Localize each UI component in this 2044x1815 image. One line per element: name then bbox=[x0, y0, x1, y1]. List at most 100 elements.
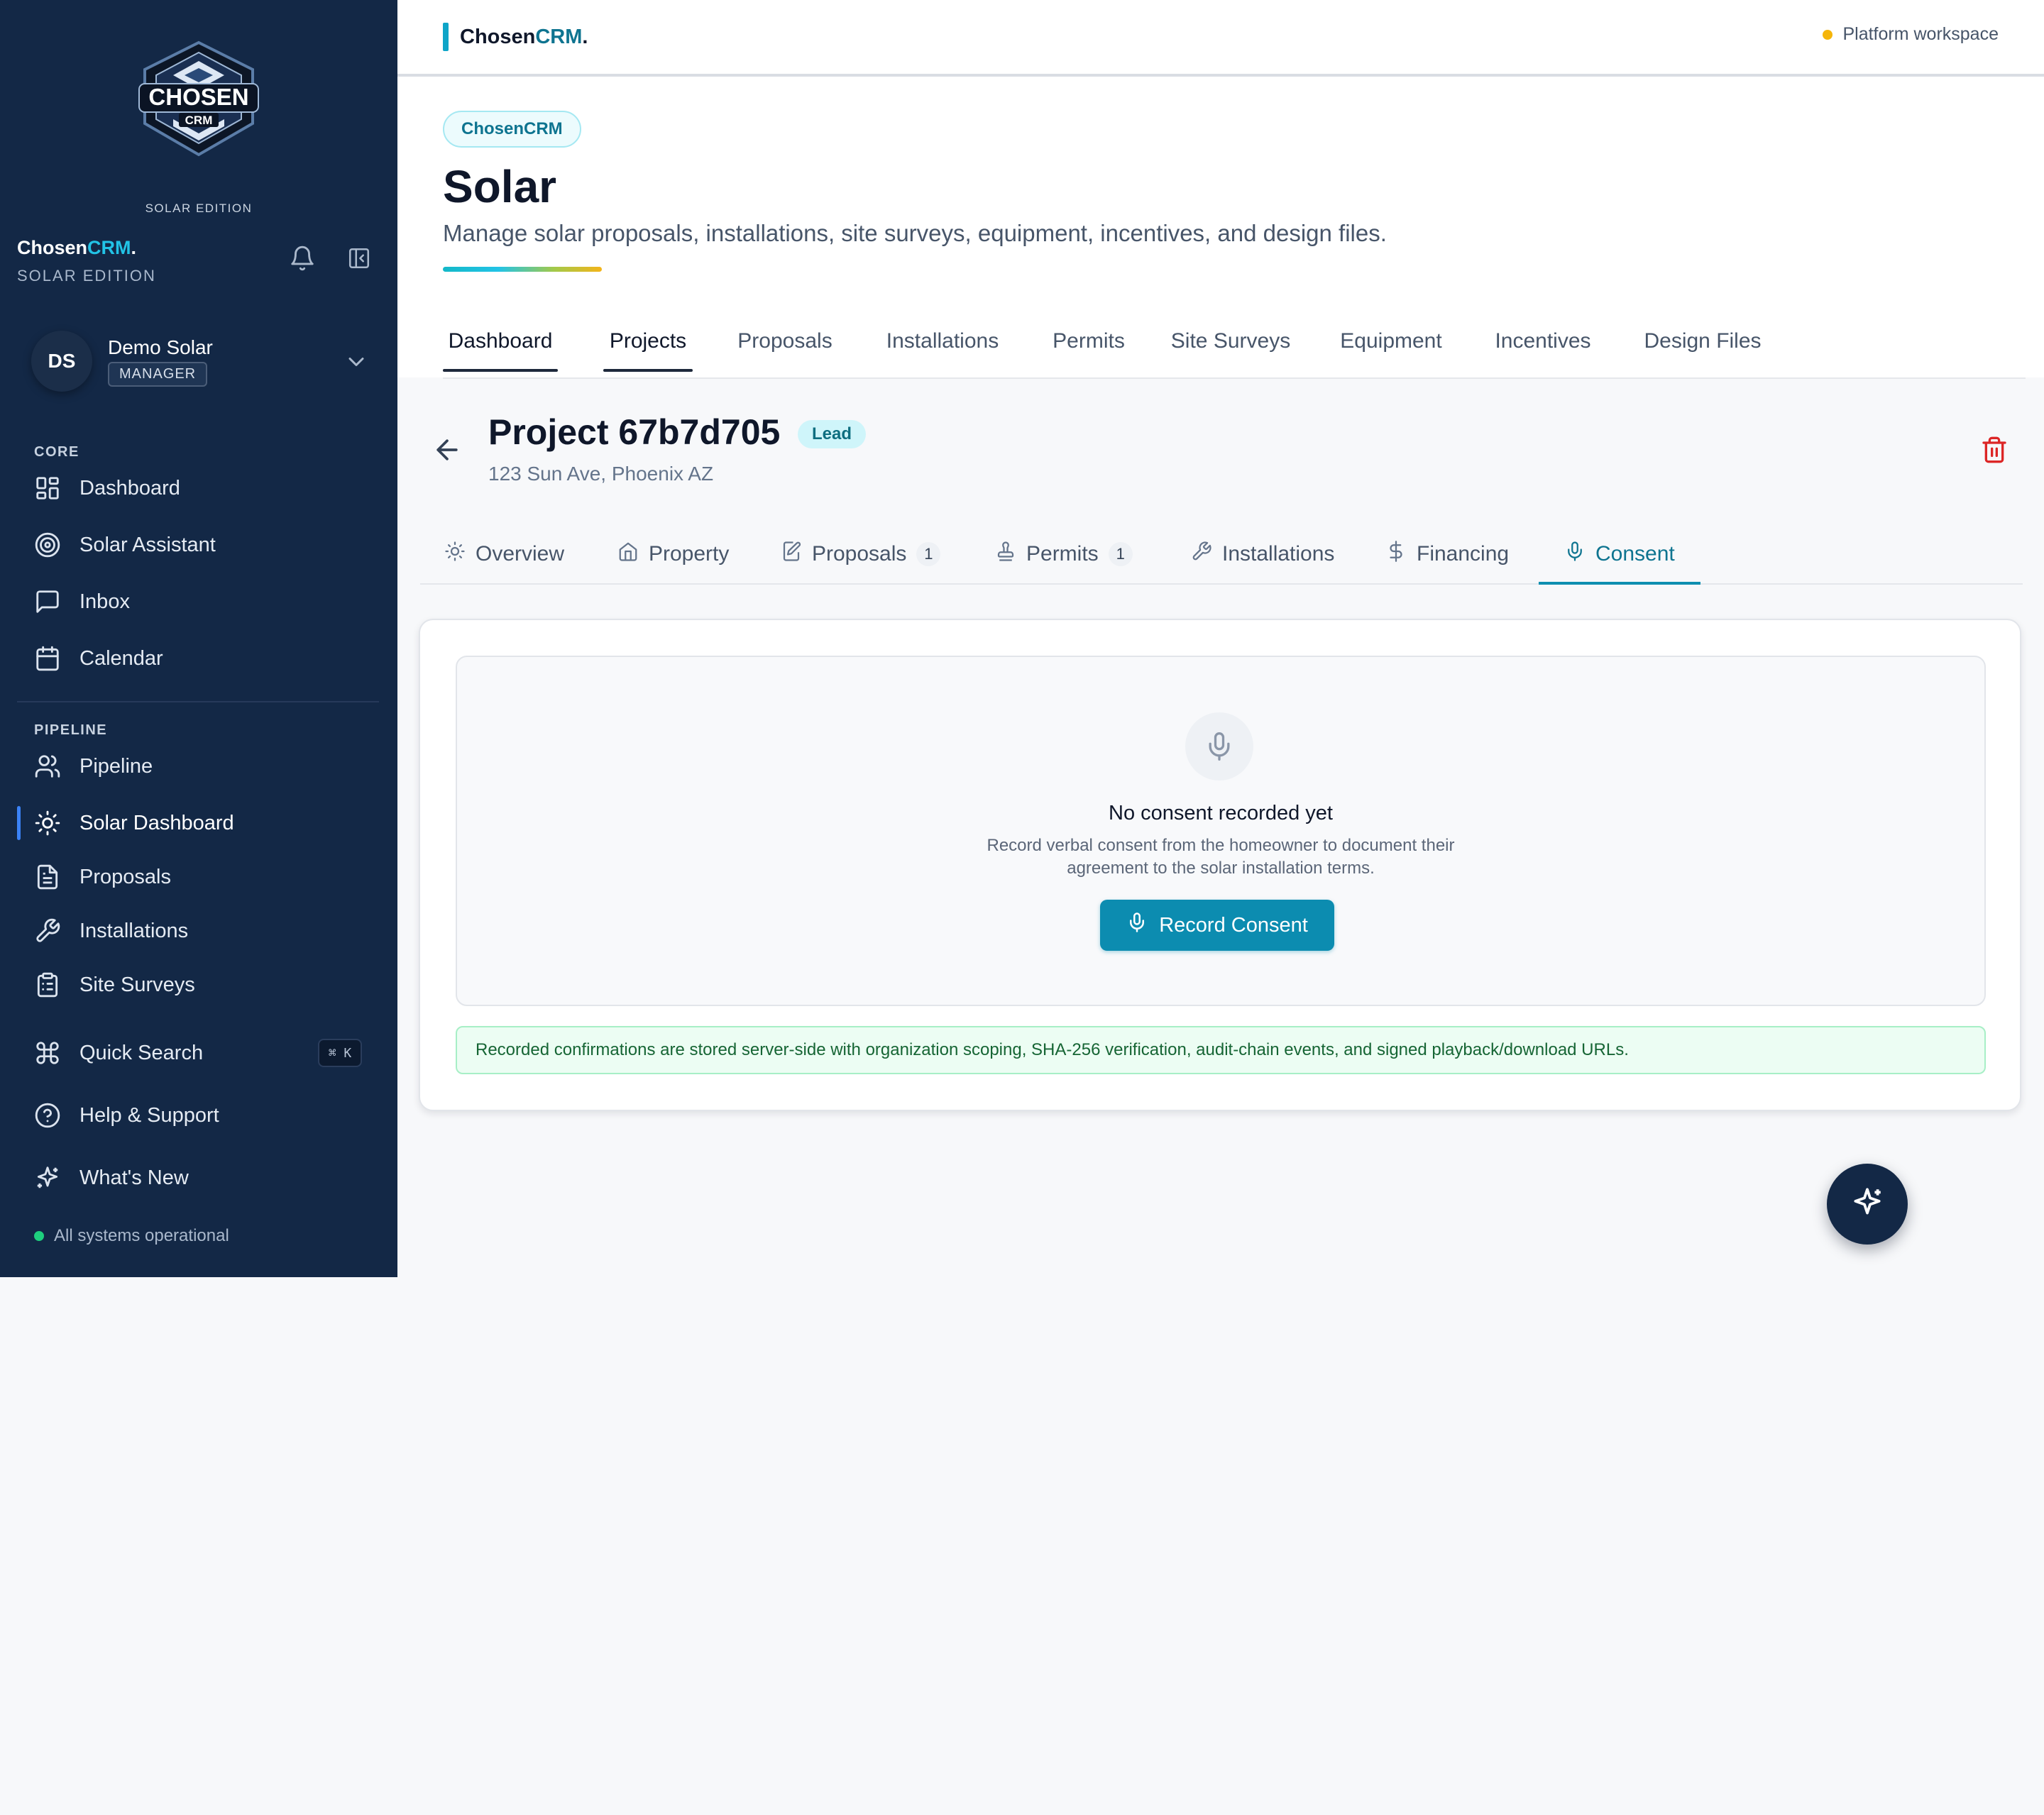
calendar-icon bbox=[17, 645, 79, 672]
help-support-button[interactable]: Help & Support bbox=[17, 1093, 380, 1138]
sidebar-brand: ChosenCRM. bbox=[17, 237, 137, 258]
delete-trash-icon[interactable] bbox=[1980, 436, 2011, 467]
grid-icon bbox=[17, 475, 79, 502]
tab-site-surveys[interactable]: Site Surveys bbox=[1165, 315, 1296, 377]
tab-incentives[interactable]: Incentives bbox=[1486, 315, 1600, 377]
tab-consent[interactable]: Consent bbox=[1539, 525, 1700, 585]
stamp-icon bbox=[995, 541, 1016, 568]
tab-property[interactable]: Property bbox=[613, 525, 733, 583]
brand-bar bbox=[443, 23, 449, 51]
role-badge: MANAGER bbox=[108, 362, 208, 387]
project-title: Project 67b7d705 bbox=[488, 412, 781, 452]
empty-state: No consent recorded yet Record verbal co… bbox=[456, 656, 1986, 1006]
module-tabs: Dashboard Projects Proposals Installatio… bbox=[443, 315, 2026, 379]
shortcut-badge: ⌘ K bbox=[318, 1039, 362, 1067]
clipboard-icon bbox=[17, 971, 79, 998]
user-name: Demo Solar bbox=[108, 336, 213, 358]
empty-state-title: No consent recorded yet bbox=[1109, 802, 1333, 824]
page-header: ChosenCRM Solar Manage solar proposals, … bbox=[397, 77, 2044, 379]
project-address: 123 Sun Ave, Phoenix AZ bbox=[488, 463, 714, 485]
tab-equipment[interactable]: Equipment bbox=[1331, 315, 1451, 377]
user-switcher[interactable]: DS Demo Solar MANAGER bbox=[31, 331, 369, 395]
top-bar: ChosenCRM. Platform workspace bbox=[397, 0, 2044, 77]
sidebar-item-label: Inbox bbox=[79, 590, 130, 613]
tab-installations[interactable]: Installations bbox=[872, 315, 1013, 377]
wrench-icon bbox=[17, 917, 79, 944]
status-badge: Lead bbox=[798, 420, 867, 448]
sidebar-item-inbox[interactable]: Inbox bbox=[17, 579, 380, 624]
mic-icon bbox=[1185, 712, 1253, 780]
sidebar-item-label: Help & Support bbox=[79, 1103, 219, 1127]
tab-permits[interactable]: Permits 1 bbox=[991, 525, 1137, 583]
workspace-indicator: Platform workspace bbox=[1823, 24, 1999, 45]
sidebar-divider bbox=[17, 701, 379, 702]
collapse-sidebar-icon[interactable] bbox=[344, 243, 375, 274]
whats-new-button[interactable]: What's New bbox=[17, 1155, 380, 1201]
title-underline bbox=[443, 267, 602, 272]
notifications-bell-icon[interactable] bbox=[287, 243, 318, 274]
tab-proposals[interactable]: Proposals 1 bbox=[776, 525, 945, 583]
chevron-down-icon[interactable] bbox=[344, 349, 369, 375]
sidebar: CHOSEN CRM SOLAR EDITION ChosenCRM. SOLA… bbox=[0, 0, 397, 1277]
mic-icon bbox=[1564, 541, 1586, 568]
consent-card: No consent recorded yet Record verbal co… bbox=[419, 619, 2021, 1111]
system-status: All systems operational bbox=[34, 1226, 229, 1246]
command-icon bbox=[17, 1039, 79, 1066]
chosen-crm-logo: CHOSEN CRM bbox=[135, 40, 263, 160]
workspace-dot-icon bbox=[1823, 29, 1833, 40]
help-icon bbox=[17, 1102, 79, 1129]
sidebar-item-proposals[interactable]: Proposals bbox=[17, 854, 380, 900]
avatar: DS bbox=[31, 331, 92, 392]
tab-installations[interactable]: Installations bbox=[1187, 525, 1339, 583]
edition-label: SOLAR EDITION bbox=[145, 202, 253, 215]
sparkles-icon bbox=[17, 1164, 79, 1191]
tab-projects[interactable]: Projects bbox=[603, 315, 693, 377]
mic-icon bbox=[1126, 912, 1148, 939]
sidebar-item-label: Pipeline bbox=[79, 754, 153, 778]
chat-icon bbox=[17, 588, 79, 615]
dollar-icon bbox=[1385, 541, 1407, 568]
sidebar-item-dashboard[interactable]: Dashboard bbox=[17, 465, 380, 511]
sun-icon bbox=[17, 810, 79, 837]
count-badge: 1 bbox=[916, 542, 941, 566]
sidebar-item-label: Quick Search bbox=[79, 1041, 204, 1064]
home-icon bbox=[617, 541, 639, 568]
tab-dashboard[interactable]: Dashboard bbox=[443, 315, 558, 377]
sidebar-item-label: Solar Assistant bbox=[79, 533, 216, 556]
sidebar-item-label: Site Surveys bbox=[79, 973, 195, 996]
storage-notice: Recorded confirmations are stored server… bbox=[456, 1026, 1986, 1074]
record-consent-button[interactable]: Record Consent bbox=[1100, 900, 1334, 951]
sun-icon bbox=[444, 541, 466, 568]
edit-document-icon bbox=[781, 541, 802, 568]
page-subtitle: Manage solar proposals, installations, s… bbox=[443, 220, 1387, 246]
tab-design-files[interactable]: Design Files bbox=[1635, 315, 1770, 377]
empty-state-description: Record verbal consent from the homeowner… bbox=[987, 836, 1455, 878]
wrench-icon bbox=[1191, 541, 1212, 568]
app-pill: ChosenCRM bbox=[443, 111, 581, 148]
sparkles-icon bbox=[1850, 1185, 1885, 1224]
sidebar-item-label: What's New bbox=[79, 1166, 189, 1189]
sidebar-item-label: Solar Dashboard bbox=[79, 811, 234, 834]
sidebar-item-site-surveys[interactable]: Site Surveys bbox=[17, 962, 380, 1008]
count-badge: 1 bbox=[1108, 542, 1133, 566]
ai-assistant-button[interactable] bbox=[1827, 1164, 1908, 1245]
section-label-core: CORE bbox=[34, 444, 79, 460]
status-dot-icon bbox=[34, 1231, 44, 1241]
sidebar-item-label: Calendar bbox=[79, 646, 163, 670]
tab-proposals[interactable]: Proposals bbox=[732, 315, 837, 377]
sidebar-item-calendar[interactable]: Calendar bbox=[17, 636, 380, 681]
users-icon bbox=[17, 753, 79, 780]
sidebar-item-pipeline[interactable]: Pipeline bbox=[17, 744, 380, 789]
back-arrow-icon[interactable] bbox=[432, 434, 463, 465]
sidebar-item-installations[interactable]: Installations bbox=[17, 908, 380, 954]
sidebar-item-label: Dashboard bbox=[79, 476, 180, 500]
topbar-brand[interactable]: ChosenCRM. bbox=[443, 23, 588, 51]
sidebar-item-solar-dashboard[interactable]: Solar Dashboard bbox=[17, 800, 380, 846]
tab-permits[interactable]: Permits bbox=[1048, 315, 1130, 377]
tab-overview[interactable]: Overview bbox=[440, 525, 568, 583]
sidebar-item-solar-assistant[interactable]: Solar Assistant bbox=[17, 522, 380, 568]
tab-financing[interactable]: Financing bbox=[1381, 525, 1513, 583]
document-icon bbox=[17, 864, 79, 890]
section-label-pipeline: PIPELINE bbox=[34, 722, 108, 738]
page-title: Solar bbox=[443, 161, 557, 212]
